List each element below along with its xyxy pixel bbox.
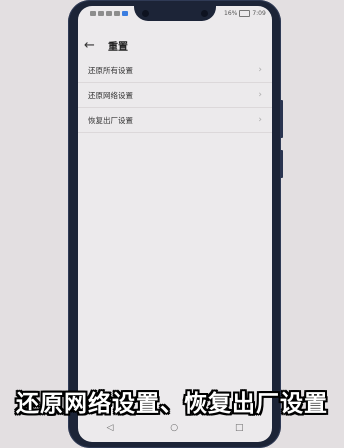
list-item-factory-reset[interactable]: 恢复出厂设置 › xyxy=(78,108,272,133)
chevron-right-icon: › xyxy=(258,65,262,75)
notch xyxy=(134,6,216,21)
home-nav-icon[interactable]: ○ xyxy=(170,423,178,433)
camera-icon xyxy=(201,10,208,17)
notification-icon xyxy=(106,10,112,16)
settings-list: 还原所有设置 › 还原网络设置 › 恢复出厂设置 › xyxy=(78,58,272,133)
chevron-right-icon: › xyxy=(258,90,262,100)
notification-icon xyxy=(90,10,96,16)
volume-button xyxy=(280,100,283,138)
arrow-left-icon[interactable]: ← xyxy=(84,39,104,52)
notification-icon xyxy=(98,10,104,16)
list-item-reset-network[interactable]: 还原网络设置 › xyxy=(78,83,272,108)
list-item-label: 恢复出厂设置 xyxy=(88,115,133,125)
status-bar-left xyxy=(90,6,128,20)
camera-icon xyxy=(142,10,149,17)
navigation-bar: ◁ ○ □ xyxy=(78,418,272,438)
clock: 7:09 xyxy=(252,9,266,17)
status-bar-right: 16% 7:09 xyxy=(224,6,266,20)
video-caption: 还原网络设置、恢复出厂设置 xyxy=(16,391,328,417)
list-item-reset-all[interactable]: 还原所有设置 › xyxy=(78,58,272,83)
page-title: 重置 xyxy=(108,41,128,53)
notification-icon xyxy=(114,10,120,16)
list-item-label: 还原所有设置 xyxy=(88,65,133,75)
app-notification-icon xyxy=(122,10,128,16)
back-nav-icon[interactable]: ◁ xyxy=(106,423,113,433)
recents-nav-icon[interactable]: □ xyxy=(235,423,244,433)
battery-icon xyxy=(239,9,251,17)
battery-percent: 16% xyxy=(224,9,238,17)
power-button xyxy=(280,150,283,178)
list-item-label: 还原网络设置 xyxy=(88,90,133,100)
header: ← 重置 xyxy=(78,30,272,60)
chevron-right-icon: › xyxy=(258,115,262,125)
screen: ← 重置 还原所有设置 › 还原网络设置 › 恢复出厂设置 › ◁ ○ □ xyxy=(78,6,272,442)
